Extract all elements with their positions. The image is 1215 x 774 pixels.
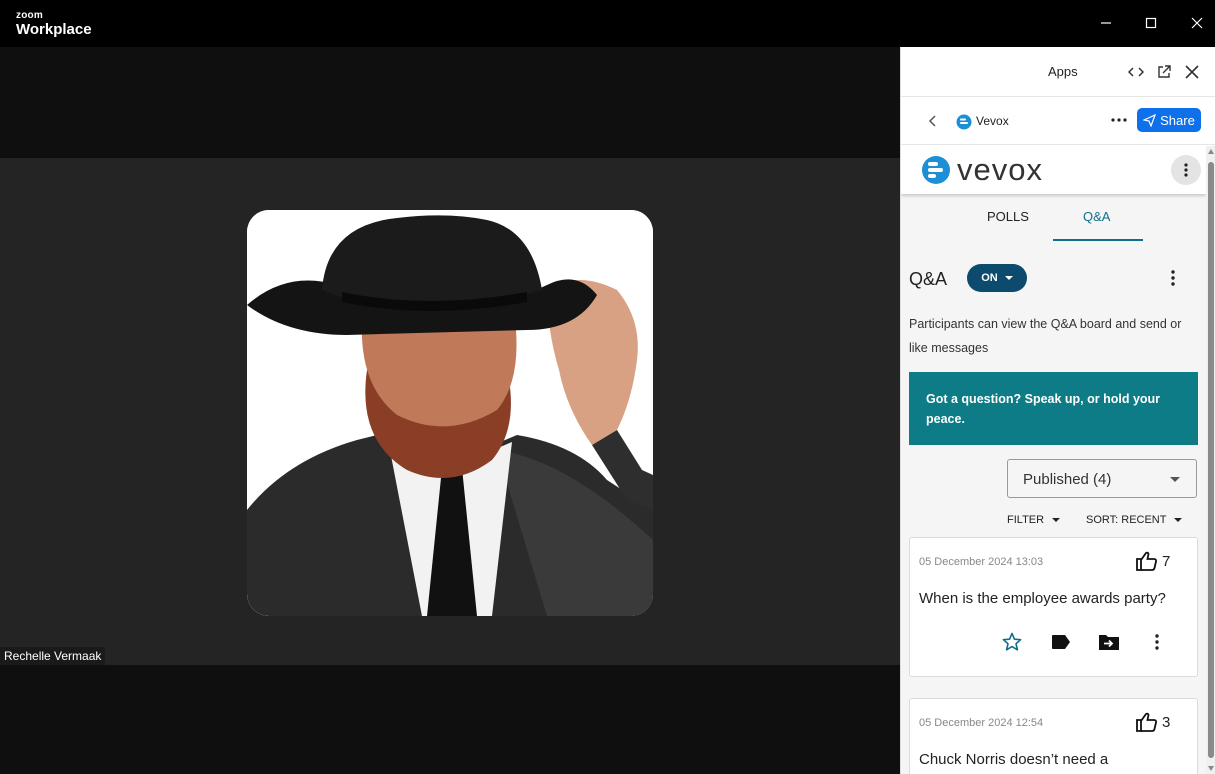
- app-name-label: Vevox: [976, 114, 1009, 128]
- thumbs-up-icon: [1136, 712, 1157, 732]
- status-filter-row: Published (4): [901, 445, 1206, 511]
- vevox-logo: vevox: [921, 154, 1043, 185]
- filter-label: FILTER: [1007, 514, 1045, 526]
- vevox-tabs: POLLS Q&A: [901, 194, 1206, 242]
- app-toolbar: Vevox Share: [901, 97, 1215, 145]
- label-tag-icon: [1052, 635, 1070, 649]
- caret-down-icon: [1052, 518, 1061, 522]
- question-date: 05 December 2024 12:54: [919, 717, 1044, 729]
- more-options-button[interactable]: [1107, 109, 1131, 131]
- code-brackets-icon: [1128, 67, 1144, 77]
- code-embed-button[interactable]: [1125, 61, 1147, 83]
- question-text: When is the employee awards party?: [919, 590, 1166, 607]
- tag-button[interactable]: [1049, 630, 1073, 654]
- back-button[interactable]: [923, 111, 943, 131]
- vevox-wordmark: vevox: [957, 152, 1043, 187]
- brand-big-label: Workplace: [16, 21, 92, 38]
- scrollbar-thumb[interactable]: [1208, 162, 1214, 758]
- close-panel-button[interactable]: [1181, 61, 1203, 83]
- move-to-folder-button[interactable]: [1097, 630, 1121, 654]
- status-filter-value: Published (4): [1023, 471, 1112, 488]
- caret-down-icon: [1174, 518, 1183, 522]
- qa-header-row: Q&A ON: [901, 242, 1206, 300]
- thumbs-up-icon: [1136, 551, 1157, 571]
- scroll-down-arrow-icon[interactable]: [1208, 766, 1214, 771]
- vevox-logo-icon: [922, 155, 950, 184]
- question-more-button[interactable]: [1145, 630, 1169, 654]
- more-vertical-icon: [1171, 270, 1175, 286]
- vevox-app-icon: [956, 114, 972, 130]
- maximize-icon: [1145, 17, 1157, 29]
- folder-move-icon: [1099, 635, 1119, 650]
- panel-title: Apps: [1048, 64, 1078, 79]
- close-window-button[interactable]: [1187, 13, 1207, 33]
- tab-polls[interactable]: POLLS: [987, 209, 1029, 224]
- caret-down-icon: [1004, 276, 1013, 280]
- participant-name-label: Rechelle Vermaak: [0, 647, 106, 665]
- vevox-header: vevox: [901, 146, 1206, 194]
- status-filter-select[interactable]: Published (4): [1007, 459, 1197, 498]
- minimize-button[interactable]: [1096, 13, 1116, 33]
- qa-status-toggle[interactable]: ON: [967, 264, 1027, 292]
- external-link-icon: [1158, 65, 1171, 78]
- qa-title: Q&A: [909, 269, 948, 289]
- vevox-content: vevox POLLS Q&A Q&A ON Participants can …: [901, 146, 1206, 774]
- filter-sort-row: FILTER SORT: RECENT: [901, 511, 1206, 535]
- question-card[interactable]: 05 December 2024 12:54 3 Chuck Norris do…: [909, 698, 1198, 774]
- qa-welcome-banner: Got a question? Speak up, or hold your p…: [909, 372, 1198, 445]
- video-area: Rechelle Vermaak: [0, 47, 900, 774]
- like-button[interactable]: 3: [1136, 712, 1170, 732]
- sort-button[interactable]: SORT: RECENT: [1086, 514, 1183, 526]
- share-button-label: Share: [1160, 112, 1195, 128]
- star-button[interactable]: [1000, 630, 1024, 654]
- participant-video-tile[interactable]: Rechelle Vermaak: [0, 158, 900, 665]
- app-brand: zoom Workplace: [16, 10, 92, 38]
- apps-side-panel: Apps Vevox Share vevox POLLS Q&A Q&A ON …: [900, 47, 1215, 774]
- panel-header: Apps: [901, 47, 1215, 97]
- close-icon: [1191, 17, 1203, 29]
- brand-small-label: zoom: [16, 10, 43, 21]
- vevox-menu-button[interactable]: [1171, 155, 1201, 185]
- title-bar: zoom Workplace: [0, 0, 1215, 47]
- tab-qa[interactable]: Q&A: [1083, 209, 1110, 224]
- close-icon: [1185, 65, 1199, 79]
- content-scrollbar[interactable]: [1206, 146, 1215, 774]
- question-card[interactable]: 05 December 2024 13:03 7 When is the emp…: [909, 537, 1198, 677]
- more-vertical-icon: [1184, 163, 1188, 177]
- question-text: Chuck Norris doesn’t need a: [919, 751, 1109, 768]
- more-vertical-icon: [1155, 634, 1159, 650]
- caret-down-icon: [1170, 477, 1180, 482]
- like-count: 7: [1162, 552, 1171, 570]
- qa-description: Participants can view the Q&A board and …: [909, 317, 1182, 355]
- send-icon: [1143, 113, 1157, 127]
- share-button[interactable]: Share: [1137, 108, 1201, 132]
- question-date: 05 December 2024 13:03: [919, 556, 1044, 568]
- filter-button[interactable]: FILTER: [1007, 514, 1061, 526]
- chevron-left-icon: [928, 115, 936, 127]
- active-tab-indicator: [1053, 239, 1143, 241]
- minimize-icon: [1101, 22, 1111, 24]
- participant-avatar: [247, 210, 653, 616]
- cowboy-portrait-image: [247, 210, 653, 616]
- maximize-button[interactable]: [1141, 13, 1161, 33]
- like-count: 3: [1162, 713, 1171, 731]
- like-button[interactable]: 7: [1136, 551, 1170, 571]
- sort-label: SORT: RECENT: [1086, 514, 1167, 526]
- scroll-up-arrow-icon[interactable]: [1208, 149, 1214, 154]
- qa-options-button[interactable]: [1163, 268, 1183, 288]
- more-horizontal-icon: [1111, 118, 1127, 122]
- pop-out-button[interactable]: [1153, 61, 1175, 83]
- star-icon: [1002, 632, 1022, 651]
- qa-status-label: ON: [981, 272, 998, 284]
